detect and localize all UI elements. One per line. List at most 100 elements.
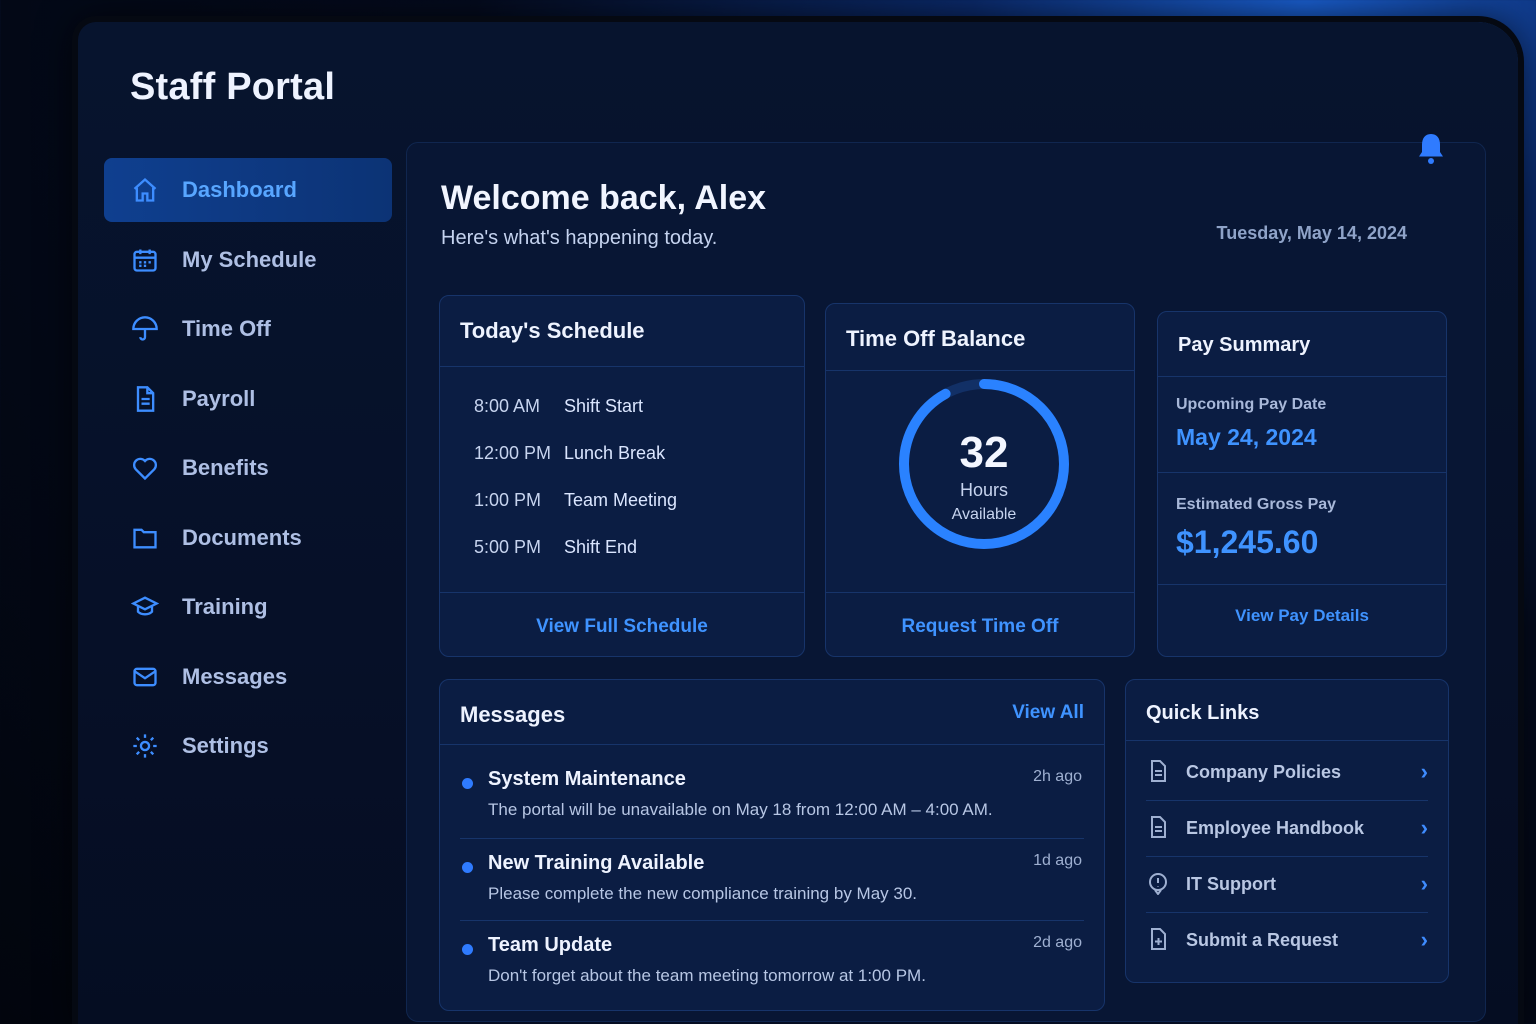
divider bbox=[1158, 472, 1446, 473]
sidebar-item-time-off[interactable]: Time Off bbox=[104, 297, 392, 361]
message-body: Don't forget about the team meeting tomo… bbox=[488, 966, 926, 985]
schedule-event: Lunch Break bbox=[564, 443, 666, 463]
message-item[interactable]: Team Update Don't forget about the team … bbox=[460, 934, 1082, 994]
gross-pay-label: Estimated Gross Pay bbox=[1176, 496, 1337, 513]
sidebar-item-payroll[interactable]: Payroll bbox=[104, 367, 392, 431]
quick-link-label: Employee Handbook bbox=[1186, 817, 1365, 838]
document-icon bbox=[1146, 759, 1170, 785]
folder-icon bbox=[130, 523, 160, 553]
sidebar-item-label: Dashboard bbox=[182, 177, 297, 202]
card-title: Messages bbox=[460, 702, 566, 727]
divider bbox=[1146, 912, 1428, 913]
schedule-time: 12:00 PM bbox=[474, 443, 552, 463]
sidebar-item-messages[interactable]: Messages bbox=[104, 645, 392, 709]
message-time: 1d ago bbox=[1033, 852, 1082, 869]
app-window: Staff Portal Dashboard My Schedule Time … bbox=[78, 22, 1518, 1024]
message-title: New Training Available bbox=[488, 852, 705, 874]
notification-bell-icon[interactable] bbox=[1413, 131, 1449, 171]
sidebar-item-label: Settings bbox=[182, 733, 269, 758]
divider bbox=[440, 592, 804, 593]
message-item[interactable]: New Training Available Please complete t… bbox=[460, 852, 1082, 912]
time-off-ring: 32 Hours Available bbox=[896, 376, 1072, 552]
sidebar-item-label: Messages bbox=[182, 663, 288, 689]
divider bbox=[1146, 856, 1428, 857]
heart-icon bbox=[130, 453, 160, 483]
quick-link-company-policies[interactable]: Company Policies › bbox=[1146, 752, 1428, 792]
quick-link-submit-request[interactable]: Submit a Request › bbox=[1146, 920, 1428, 960]
schedule-event: Team Meeting bbox=[564, 490, 678, 510]
divider bbox=[826, 370, 1134, 371]
quick-link-label: Company Policies bbox=[1186, 761, 1342, 782]
schedule-event: Shift End bbox=[564, 537, 638, 557]
page-title: Welcome back, Alex bbox=[441, 179, 767, 217]
schedule-time: 8:00 AM bbox=[474, 396, 541, 416]
pay-summary-card: Pay Summary Upcoming Pay Date May 24, 20… bbox=[1157, 311, 1447, 657]
quick-link-label: Submit a Request bbox=[1186, 929, 1339, 950]
calendar-icon bbox=[130, 245, 160, 275]
gear-icon bbox=[130, 731, 160, 761]
app-title: Staff Portal bbox=[130, 66, 336, 108]
schedule-row: 5:00 PM Shift End bbox=[474, 537, 637, 558]
gross-pay-value: $1,245.60 bbox=[1176, 524, 1319, 560]
quick-link-it-support[interactable]: IT Support › bbox=[1146, 864, 1428, 904]
sidebar-item-training[interactable]: Training bbox=[104, 575, 392, 639]
view-pay-details-link[interactable]: View Pay Details bbox=[1158, 606, 1446, 626]
chevron-right-icon: › bbox=[1420, 759, 1428, 784]
message-time: 2h ago bbox=[1033, 768, 1082, 785]
view-all-link[interactable]: View All bbox=[1012, 702, 1084, 724]
chevron-right-icon: › bbox=[1420, 927, 1428, 952]
divider bbox=[1158, 376, 1446, 377]
pay-date-label: Upcoming Pay Date bbox=[1176, 396, 1327, 413]
schedule-event: Shift Start bbox=[564, 396, 644, 416]
hours-unit: Hours bbox=[959, 480, 1008, 500]
support-icon bbox=[1146, 871, 1170, 897]
messages-card: Messages View All System Maintenance The… bbox=[439, 679, 1105, 1011]
quick-links-card: Quick Links Company Policies › Employee … bbox=[1125, 679, 1449, 983]
sidebar-item-dashboard[interactable]: Dashboard bbox=[104, 158, 392, 222]
sidebar-item-my-schedule[interactable]: My Schedule bbox=[104, 228, 392, 292]
schedule-row: 8:00 AM Shift Start bbox=[474, 396, 643, 417]
card-title: Time Off Balance bbox=[846, 326, 1026, 351]
quick-link-employee-handbook[interactable]: Employee Handbook › bbox=[1146, 808, 1428, 848]
divider bbox=[826, 592, 1134, 593]
message-body: Please complete the new compliance train… bbox=[488, 884, 918, 903]
sidebar-item-settings[interactable]: Settings bbox=[104, 714, 392, 778]
request-time-off-link[interactable]: Request Time Off bbox=[826, 616, 1134, 638]
message-title: System Maintenance bbox=[488, 768, 686, 790]
card-title: Pay Summary bbox=[1178, 334, 1311, 356]
divider bbox=[440, 366, 804, 367]
main-content: Welcome back, Alex Here's what's happeni… bbox=[406, 134, 1486, 1022]
divider bbox=[440, 744, 1104, 745]
message-item[interactable]: System Maintenance The portal will be un… bbox=[460, 768, 1082, 828]
divider bbox=[460, 920, 1084, 921]
document-icon bbox=[130, 384, 160, 414]
sidebar-item-documents[interactable]: Documents bbox=[104, 506, 392, 570]
quick-link-label: IT Support bbox=[1186, 873, 1276, 894]
current-date: Tuesday, May 14, 2024 bbox=[1216, 223, 1407, 243]
umbrella-icon bbox=[130, 314, 160, 344]
pay-date-value: May 24, 2024 bbox=[1176, 424, 1317, 450]
schedule-row: 12:00 PM Lunch Break bbox=[474, 443, 665, 464]
card-title: Quick Links bbox=[1146, 702, 1260, 724]
schedule-time: 1:00 PM bbox=[474, 490, 542, 510]
divider bbox=[1158, 584, 1446, 585]
message-title: Team Update bbox=[488, 934, 613, 956]
sidebar-item-label: Documents bbox=[182, 524, 302, 550]
unread-dot bbox=[462, 944, 473, 955]
graduation-cap-icon bbox=[130, 592, 160, 622]
message-body: The portal will be unavailable on May 18… bbox=[488, 800, 993, 819]
view-full-schedule-link[interactable]: View Full Schedule bbox=[440, 616, 804, 638]
home-icon bbox=[130, 175, 160, 205]
sidebar-item-label: Time Off bbox=[182, 316, 271, 341]
sidebar-item-label: Training bbox=[182, 594, 268, 619]
sidebar-item-benefits[interactable]: Benefits bbox=[104, 436, 392, 500]
request-icon bbox=[1146, 927, 1170, 953]
mail-icon bbox=[130, 662, 160, 692]
divider bbox=[1146, 800, 1428, 801]
unread-dot bbox=[462, 778, 473, 789]
hours-value: 32 bbox=[959, 428, 1009, 477]
divider bbox=[1126, 740, 1448, 741]
divider bbox=[460, 838, 1084, 839]
sidebar-item-label: Benefits bbox=[182, 455, 269, 480]
page-subtitle: Here's what's happening today. bbox=[441, 227, 718, 249]
